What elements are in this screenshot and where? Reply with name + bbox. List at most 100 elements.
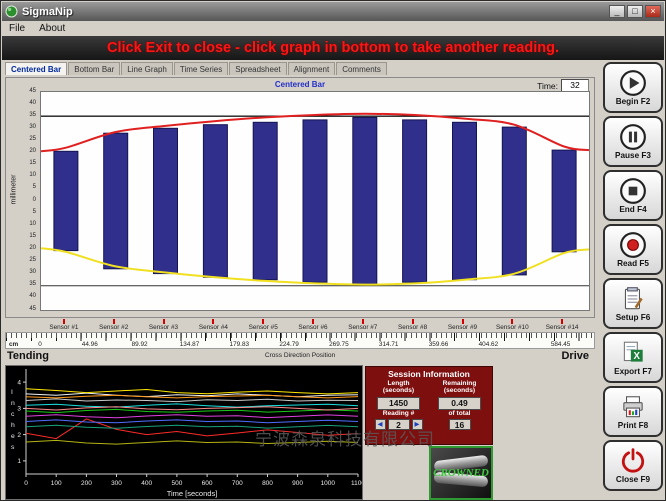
y-tick: 30 (29, 124, 36, 130)
svg-text:Time [seconds]: Time [seconds] (167, 489, 218, 498)
action-button-label: Export F7 (614, 367, 652, 376)
y-tick: 5 (33, 209, 36, 215)
action-button-label: Close F9 (616, 475, 650, 484)
tab-bottom-bar[interactable]: Bottom Bar (68, 62, 120, 75)
tab-comments[interactable]: Comments (336, 62, 387, 75)
maximize-button[interactable]: □ (627, 5, 643, 18)
svg-text:c: c (11, 411, 15, 418)
session-info-panel: Session Information Length(seconds) Rema… (365, 366, 493, 445)
trend-chart[interactable]: 0100200300400500600700800900100011004321… (5, 365, 363, 500)
y-tick: 25 (29, 257, 36, 263)
sensor-label: Sensor #9 (441, 324, 485, 331)
power-icon (619, 447, 647, 475)
tab-time-series[interactable]: Time Series (174, 62, 228, 75)
svg-text:300: 300 (111, 480, 122, 487)
ruler-tick-value: 89.92 (118, 341, 162, 348)
svg-text:2: 2 (17, 432, 21, 439)
y-axis-ticks: 45403530252015105051015202530354045 (18, 91, 38, 309)
y-tick: 40 (29, 100, 36, 106)
reading-number: 2 (388, 419, 410, 430)
length-value: 1450 (377, 397, 420, 410)
session-title: Session Information (366, 367, 492, 379)
svg-text:200: 200 (81, 480, 92, 487)
close-button[interactable]: Close F9 (603, 440, 663, 491)
svg-text:500: 500 (171, 480, 182, 487)
length-label: Length(seconds) (369, 380, 428, 395)
svg-text:100: 100 (51, 480, 62, 487)
svg-text:900: 900 (292, 480, 303, 487)
tab-centered-bar[interactable]: Centered Bar (5, 62, 67, 75)
view-tabs: Centered BarBottom BarLine GraphTime Ser… (5, 62, 388, 75)
y-tick: 15 (29, 233, 36, 239)
nip-profile-chart[interactable] (40, 91, 590, 311)
setup-button[interactable]: Setup F6 (603, 278, 663, 329)
action-button-label: Read F5 (617, 259, 649, 268)
sensor-trend-10 (26, 407, 358, 410)
pause-button[interactable]: Pause F3 (603, 116, 663, 167)
window-title: SigmaNip (22, 6, 609, 18)
banner-text: Click Exit to close - click graph in bot… (107, 40, 559, 56)
window-controls: _□× (609, 5, 661, 18)
sensor-trend-1 (26, 393, 358, 397)
svg-text:4: 4 (17, 379, 21, 386)
print-button[interactable]: Print F8 (603, 386, 663, 437)
drive-label: Drive (561, 350, 589, 362)
title-bar[interactable]: SigmaNip _□× (2, 2, 664, 21)
action-button-label: Setup F6 (616, 313, 651, 322)
y-tick: 20 (29, 148, 36, 154)
y-tick: 45 (29, 306, 36, 312)
sensor-trend-5 (26, 409, 358, 412)
svg-text:1: 1 (17, 458, 21, 465)
sensor-trend-4 (26, 389, 358, 394)
read-button[interactable]: Read F5 (603, 224, 663, 275)
setup-icon (619, 285, 647, 313)
sensor-label: Sensor #14 (540, 324, 584, 331)
sensor-label: Sensor #2 (92, 324, 136, 331)
menu-file[interactable]: File (2, 23, 32, 34)
logo-text: CROWNED (433, 467, 489, 479)
print-icon (619, 393, 647, 421)
ruler-tick-value: 404.62 (466, 341, 510, 348)
sensor-label: Sensor #1 (42, 324, 86, 331)
record-icon (619, 231, 647, 259)
svg-text:e: e (11, 433, 15, 440)
menu-about[interactable]: About (32, 23, 72, 34)
chart-title: Centered Bar (6, 80, 594, 89)
tab-line-graph[interactable]: Line Graph (121, 62, 173, 75)
svg-text:h: h (11, 422, 15, 429)
minimize-button[interactable]: _ (609, 5, 625, 18)
app-icon (5, 5, 18, 18)
tab-alignment[interactable]: Alignment (288, 62, 336, 75)
reading-label: Reading # (369, 410, 428, 417)
y-tick: 30 (29, 269, 36, 275)
ruler-unit: cm (9, 341, 18, 348)
crowned-rolls-logo: CROWNED (429, 446, 493, 500)
tab-spreadsheet[interactable]: Spreadsheet (229, 62, 286, 75)
sensor-trend-6 (26, 404, 358, 407)
sensor-trend-7 (26, 415, 358, 418)
sensor-label: Sensor #3 (142, 324, 186, 331)
ruler-tick-value: 314.71 (367, 341, 411, 348)
cross-direction-label: Cross Direction Position (5, 352, 595, 359)
sensor-trend-2 (26, 399, 358, 402)
export-button[interactable]: XExport F7 (603, 332, 663, 383)
sensor-label: Sensor #6 (291, 324, 335, 331)
previous-reading-button[interactable]: ◀ (375, 419, 386, 430)
end-button[interactable]: End F4 (603, 170, 663, 221)
y-tick: 10 (29, 221, 36, 227)
begin-button[interactable]: Begin F2 (603, 62, 663, 113)
close-button[interactable]: × (645, 5, 661, 18)
svg-text:s: s (11, 444, 15, 451)
sensor-label: Sensor #7 (341, 324, 385, 331)
next-reading-button[interactable]: ▶ (412, 419, 423, 430)
excel-icon: X (619, 339, 647, 367)
ruler-tick-value: 269.75 (317, 341, 361, 348)
svg-text:n: n (11, 400, 15, 407)
ruler-tick-value: 584.45 (539, 341, 583, 348)
ruler-tick-value: 179.83 (217, 341, 261, 348)
sensor-label: Sensor #4 (191, 324, 235, 331)
y-tick: 25 (29, 136, 36, 142)
remaining-value: 0.49 (438, 397, 481, 410)
y-tick: 5 (33, 184, 36, 190)
y-axis-label: millimeter (11, 160, 18, 220)
